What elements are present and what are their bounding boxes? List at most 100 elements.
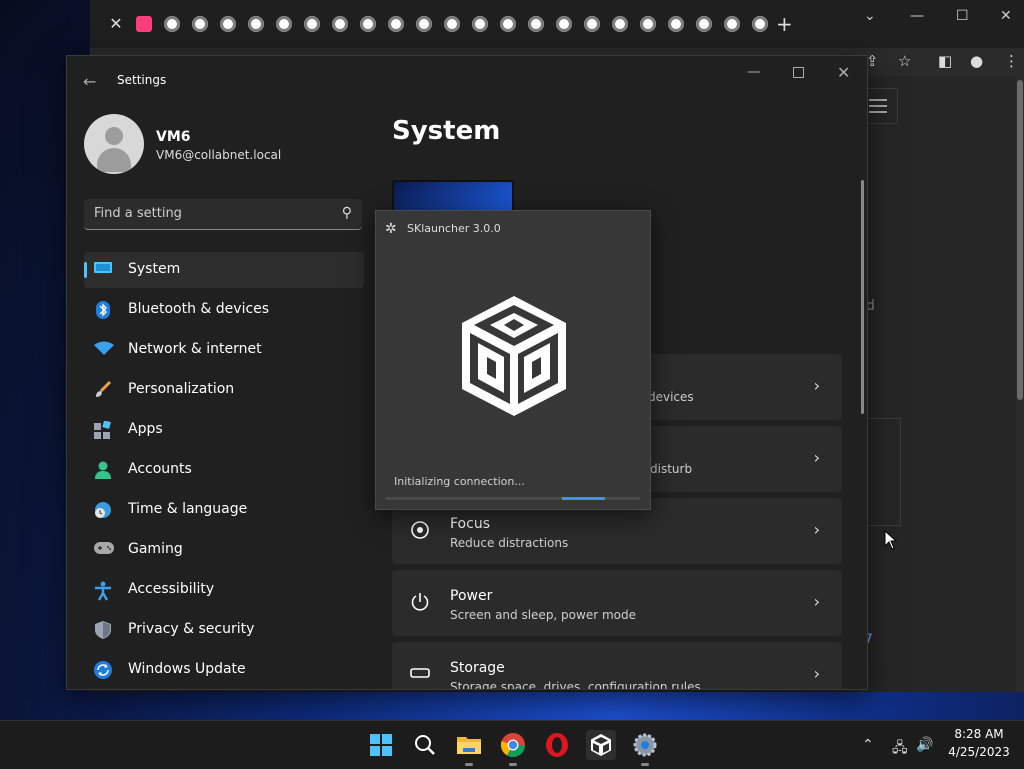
chrome-tab[interactable] [640, 16, 656, 32]
sklauncher-cube-logo [462, 296, 566, 416]
chrome-tab[interactable] [164, 16, 180, 32]
search-input[interactable]: Find a setting ⚲ [84, 199, 362, 230]
chrome-tab[interactable] [220, 16, 236, 32]
chrome-maximize-icon[interactable]: ☐ [956, 8, 969, 24]
sidebar-item-label: Privacy & security [128, 621, 255, 637]
maximize-button[interactable] [793, 67, 804, 78]
side-panel-icon[interactable]: ◧ [938, 52, 952, 70]
sidebar-item-time-language[interactable]: Time & language [84, 492, 364, 528]
opera-icon[interactable] [542, 730, 572, 760]
brush-icon [94, 380, 112, 399]
chrome-tab[interactable] [528, 16, 544, 32]
sidebar-item-label: Network & internet [128, 341, 262, 357]
chrome-tab[interactable] [472, 16, 488, 32]
windows-start-icon[interactable] [366, 730, 396, 760]
chrome-tab[interactable] [724, 16, 740, 32]
sidebar-item-bluetooth[interactable]: Bluetooth & devices [84, 292, 364, 328]
chrome-menu-icon[interactable]: ⋮ [1004, 52, 1019, 70]
card-title: Storage [450, 660, 505, 676]
chrome-tab[interactable] [416, 16, 432, 32]
chevron-right-icon: › [813, 592, 820, 611]
tab-favicon[interactable] [136, 16, 152, 32]
sidebar-item-label: Windows Update [128, 661, 246, 677]
search-icon[interactable] [410, 730, 440, 760]
tab-search-chevron-icon[interactable]: ⌄ [864, 8, 876, 24]
chrome-tab[interactable] [332, 16, 348, 32]
card-title: Power [450, 588, 493, 604]
settings-icon[interactable] [630, 730, 660, 766]
chrome-tab[interactable] [556, 16, 572, 32]
profile-icon[interactable]: ● [970, 52, 983, 70]
sidebar-item-label: Accounts [128, 461, 192, 477]
search-icon[interactable]: ⚲ [342, 205, 352, 221]
chrome-icon[interactable] [498, 730, 528, 766]
sidebar-item-label: Personalization [128, 381, 235, 397]
back-arrow-icon[interactable]: ← [83, 72, 96, 91]
tab-close-icon[interactable]: ✕ [106, 14, 126, 34]
focus-icon [410, 520, 430, 540]
sidebar-item-privacy-security[interactable]: Privacy & security [84, 612, 364, 648]
splash-status-text: Initializing connection... [394, 475, 525, 488]
avatar[interactable] [84, 114, 144, 174]
sidebar-item-accessibility[interactable]: Accessibility [84, 572, 364, 608]
chevron-right-icon: › [813, 376, 820, 395]
chrome-tab[interactable] [388, 16, 404, 32]
chrome-tab[interactable] [584, 16, 600, 32]
chrome-minimize-icon[interactable]: — [910, 8, 924, 24]
clock-date[interactable]: 4/25/2023 [944, 745, 1014, 759]
clock-time[interactable]: 8:28 AM [944, 727, 1014, 741]
card-title: Focus [450, 516, 490, 532]
sklauncher-splash-window[interactable]: ✲ SKlauncher 3.0.0 Initializing connecti… [375, 210, 651, 510]
update-icon [94, 661, 112, 679]
network-icon[interactable]: 🖧 [892, 737, 908, 761]
gamepad-icon [94, 541, 114, 559]
shield-icon [94, 621, 112, 639]
card-subtitle-fragment: devices [648, 390, 694, 404]
sidebar-item-system[interactable]: System [84, 252, 364, 288]
sidebar-item-apps[interactable]: Apps [84, 412, 364, 448]
avatar-head [105, 127, 123, 145]
page-panel [866, 418, 901, 526]
settings-card-storage[interactable]: Storage Storage space, drives, configura… [392, 642, 842, 690]
minimize-button[interactable]: — [747, 64, 761, 80]
chrome-tab[interactable] [612, 16, 628, 32]
apps-icon [94, 420, 112, 439]
monitor-icon [94, 261, 112, 279]
sklauncher-icon[interactable] [586, 730, 616, 760]
chrome-tab-strip: ✕ + ⌄ — ☐ ✕ [90, 0, 1024, 48]
chevron-right-icon: › [813, 664, 820, 683]
window-title: Settings [117, 73, 167, 87]
sidebar-nav: System Bluetooth & devices Network & int… [84, 252, 364, 689]
settings-card-power[interactable]: Power Screen and sleep, power mode › [392, 570, 842, 636]
sidebar-item-label: Gaming [128, 541, 183, 557]
chrome-tab[interactable] [192, 16, 208, 32]
sklauncher-logo-icon: ✲ [385, 221, 397, 237]
tray-overflow-chevron-icon[interactable]: ⌃ [862, 737, 874, 753]
sidebar-item-network[interactable]: Network & internet [84, 332, 364, 368]
chrome-tab[interactable] [668, 16, 684, 32]
card-subtitle: Storage space, drives, configuration rul… [450, 680, 701, 690]
chrome-tab[interactable] [248, 16, 264, 32]
chrome-tab[interactable] [752, 16, 768, 32]
chrome-tab[interactable] [696, 16, 712, 32]
file-explorer-icon[interactable] [454, 730, 484, 766]
chrome-scrollbar-thumb[interactable] [1017, 80, 1023, 400]
bookmark-star-icon[interactable]: ☆ [898, 52, 911, 70]
sidebar-item-gaming[interactable]: Gaming [84, 532, 364, 568]
splash-progress-fill [562, 497, 605, 500]
sidebar-item-accounts[interactable]: Accounts [84, 452, 364, 488]
chrome-tab[interactable] [500, 16, 516, 32]
chrome-tab[interactable] [304, 16, 320, 32]
chrome-close-icon[interactable]: ✕ [1000, 8, 1012, 24]
sidebar-item-windows-update[interactable]: Windows Update [84, 652, 364, 688]
volume-icon[interactable]: 🔊 [916, 737, 933, 753]
chrome-tab[interactable] [276, 16, 292, 32]
main-scrollbar[interactable] [861, 180, 864, 414]
new-tab-plus-icon[interactable]: + [776, 12, 793, 36]
sidebar-item-personalization[interactable]: Personalization [84, 372, 364, 408]
chevron-right-icon: › [813, 448, 820, 467]
avatar-body [97, 148, 131, 172]
chrome-tab[interactable] [360, 16, 376, 32]
close-button[interactable]: ✕ [837, 63, 850, 82]
chrome-tab[interactable] [444, 16, 460, 32]
